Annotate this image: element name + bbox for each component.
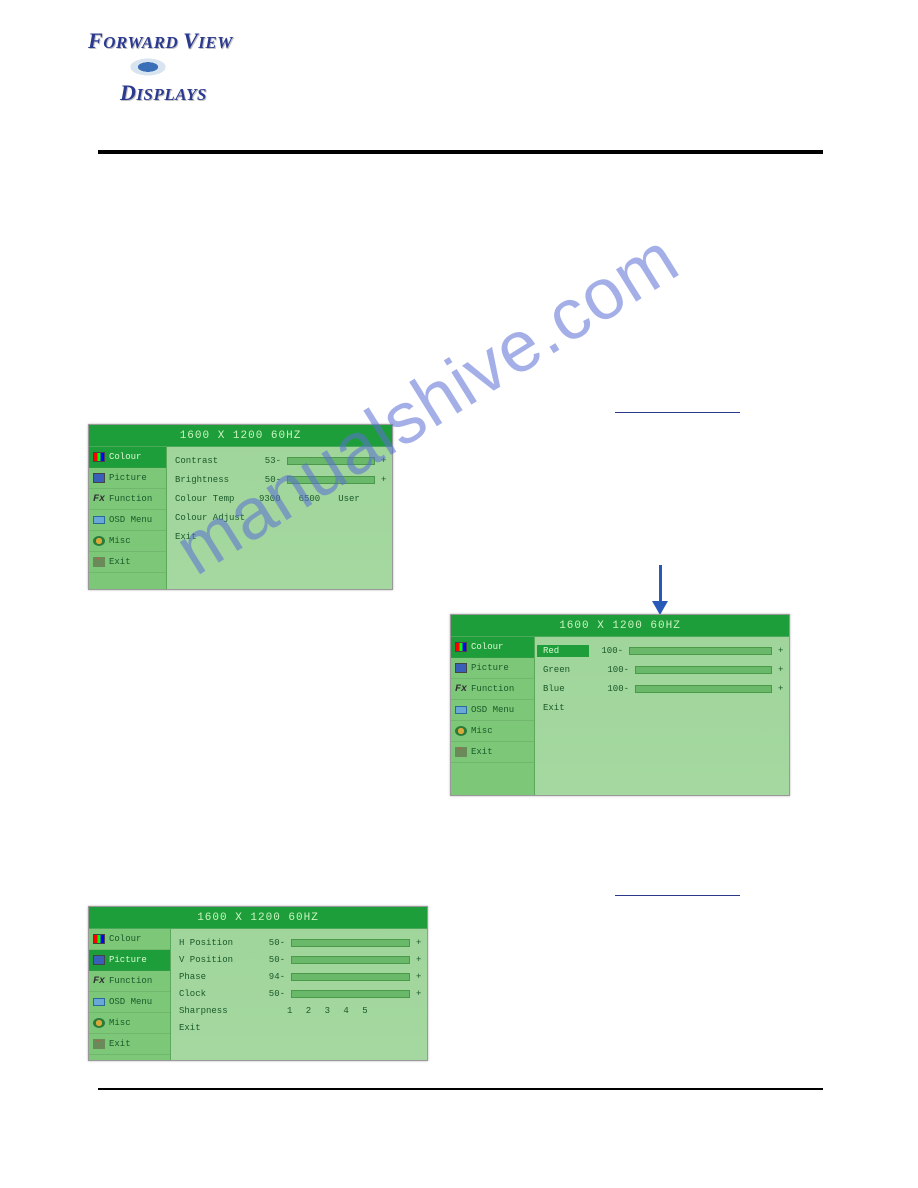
menu-item-misc[interactable]: Misc (89, 531, 166, 552)
menu-item-function[interactable]: FxFunction (89, 489, 166, 510)
misc-icon (93, 1018, 105, 1028)
picture-icon (455, 663, 467, 673)
function-icon: Fx (455, 684, 467, 695)
exit-icon (93, 557, 105, 567)
osd-screenshot-rgb: 1600 X 1200 60HZ Colour Picture FxFuncti… (450, 614, 790, 796)
misc-icon (455, 726, 467, 736)
arrow-down-icon (650, 565, 670, 613)
row-hpos[interactable]: H Position 50- + (179, 935, 419, 951)
menu-item-function[interactable]: FxFunction (451, 679, 534, 700)
menu-item-picture[interactable]: Picture (451, 658, 534, 679)
menu-item-function[interactable]: FxFunction (89, 971, 170, 992)
colour-icon (93, 934, 105, 944)
menu-item-picture[interactable]: Picture (89, 950, 170, 971)
row-vpos[interactable]: V Position 50- + (179, 952, 419, 968)
osd3-content: H Position 50- + V Position 50- + Phase … (171, 929, 427, 1060)
osd-screenshot-picture: 1600 X 1200 60HZ Colour Picture FxFuncti… (88, 906, 428, 1061)
menu-item-exit[interactable]: Exit (89, 552, 166, 573)
osd2-sidebar: Colour Picture FxFunction OSD Menu Misc … (451, 637, 535, 795)
logo-eye-icon (118, 52, 178, 82)
logo-line2: DISPLAYS (120, 80, 238, 106)
brand-logo: FFORWARDORWARD VIEW DISPLAYS (88, 28, 238, 108)
osd-icon (93, 998, 105, 1006)
osd-icon (455, 706, 467, 714)
divider-top (98, 150, 823, 154)
row-exit[interactable]: Exit (179, 1020, 419, 1036)
row-sharpness[interactable]: Sharpness 1 2 3 4 5 (179, 1003, 419, 1019)
menu-item-misc[interactable]: Misc (451, 721, 534, 742)
osd3-sidebar: Colour Picture FxFunction OSD Menu Misc … (89, 929, 171, 1060)
link-underline-1 (615, 412, 740, 413)
menu-item-exit[interactable]: Exit (89, 1034, 170, 1055)
menu-item-exit[interactable]: Exit (451, 742, 534, 763)
row-phase[interactable]: Phase 94- + (179, 969, 419, 985)
row-exit[interactable]: Exit (175, 529, 384, 545)
row-contrast[interactable]: Contrast 53- + (175, 453, 384, 469)
row-blue[interactable]: Blue 100- + (543, 681, 781, 697)
exit-icon (93, 1039, 105, 1049)
menu-item-osd[interactable]: OSD Menu (89, 510, 166, 531)
divider-bottom (98, 1088, 823, 1090)
row-exit[interactable]: Exit (543, 700, 781, 716)
osd2-content: Red 100- + Green 100- + Blue 100- + Exit (535, 637, 789, 795)
picture-icon (93, 955, 105, 965)
colour-icon (455, 642, 467, 652)
menu-item-osd[interactable]: OSD Menu (89, 992, 170, 1013)
row-colouradjust[interactable]: Colour Adjust (175, 510, 384, 526)
row-brightness[interactable]: Brightness 50- + (175, 472, 384, 488)
row-red[interactable]: Red 100- + (543, 643, 781, 659)
row-clock[interactable]: Clock 50- + (179, 986, 419, 1002)
osd1-header: 1600 X 1200 60HZ (89, 425, 392, 447)
menu-item-colour[interactable]: Colour (451, 637, 534, 658)
menu-item-colour[interactable]: Colour (89, 929, 170, 950)
function-icon: Fx (93, 494, 105, 505)
osd2-header: 1600 X 1200 60HZ (451, 615, 789, 637)
menu-item-colour[interactable]: Colour (89, 447, 166, 468)
exit-icon (455, 747, 467, 757)
osd1-sidebar: Colour Picture FxFunction OSD Menu Misc … (89, 447, 167, 589)
misc-icon (93, 536, 105, 546)
osd3-header: 1600 X 1200 60HZ (89, 907, 427, 929)
osd-icon (93, 516, 105, 524)
menu-item-misc[interactable]: Misc (89, 1013, 170, 1034)
osd1-content: Contrast 53- + Brightness 50- + Colour T… (167, 447, 392, 589)
link-underline-2 (615, 895, 740, 896)
colour-icon (93, 452, 105, 462)
osd-screenshot-colour: 1600 X 1200 60HZ Colour Picture FxFuncti… (88, 424, 393, 590)
menu-item-picture[interactable]: Picture (89, 468, 166, 489)
logo-line1: FFORWARDORWARD VIEW (88, 28, 238, 54)
menu-item-osd[interactable]: OSD Menu (451, 700, 534, 721)
row-green[interactable]: Green 100- + (543, 662, 781, 678)
row-colourtemp[interactable]: Colour Temp 9300 6500 User (175, 491, 384, 507)
picture-icon (93, 473, 105, 483)
function-icon: Fx (93, 976, 105, 987)
